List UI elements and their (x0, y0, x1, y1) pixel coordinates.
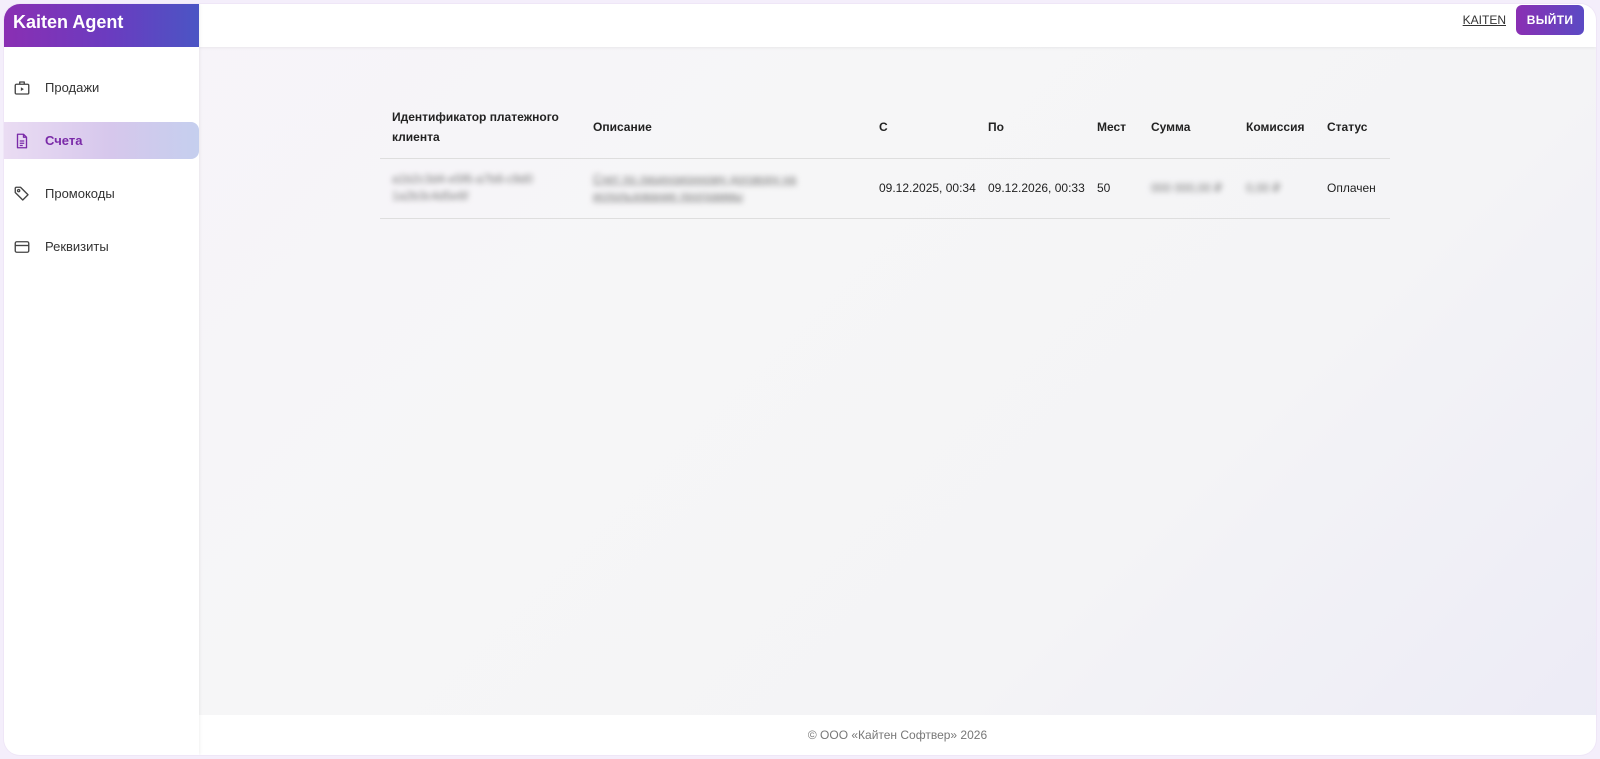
sidebar-nav: Продажи Счета Промокоды Реквизиты (4, 69, 199, 265)
kaiten-link[interactable]: KAITEN (1463, 12, 1506, 28)
app-window: Kaiten Agent Продажи Счета Промокоды Рек… (4, 4, 1596, 755)
sidebar-item-label: Реквизиты (45, 239, 109, 254)
cell-commission: 0,00 ₽ (1234, 158, 1315, 219)
cell-client-id: a1b2c3d4-e5f6-a7b8-c9d0 1a2b3c4d5e6f (380, 158, 581, 219)
commission-value: 0,00 ₽ (1246, 180, 1281, 195)
table-row[interactable]: a1b2c3d4-e5f6-a7b8-c9d0 1a2b3c4d5e6f Сче… (380, 158, 1390, 219)
document-icon (13, 132, 31, 150)
column-header-client-id[interactable]: Идентификатор платежного клиента (380, 96, 581, 159)
sidebar-item-label: Счета (45, 133, 83, 148)
column-header-to[interactable]: По (976, 96, 1085, 159)
sidebar: Kaiten Agent Продажи Счета Промокоды Рек… (4, 4, 199, 755)
invoices-table-container: Идентификатор платежного клиента Описани… (380, 96, 1390, 219)
top-bar: KAITEN ВЫЙТИ (199, 4, 1596, 47)
column-header-commission[interactable]: Комиссия (1234, 96, 1315, 159)
column-header-status[interactable]: Статус (1315, 96, 1390, 159)
table-header-row: Идентификатор платежного клиента Описани… (380, 96, 1390, 159)
client-id-value: a1b2c3d4-e5f6-a7b8-c9d0 1a2b3c4d5e6f (392, 172, 533, 203)
cell-from: 09.12.2025, 00:34 (867, 158, 976, 219)
copyright-text: © ООО «Кайтен Софтвер» 2026 (807, 728, 988, 742)
cell-amount: 000 000,00 ₽ (1139, 158, 1234, 219)
sidebar-item-promocodes[interactable]: Промокоды (4, 175, 199, 212)
column-header-amount[interactable]: Сумма (1139, 96, 1234, 159)
column-header-from[interactable]: С (867, 96, 976, 159)
logout-button[interactable]: ВЫЙТИ (1516, 5, 1584, 35)
sidebar-item-sales[interactable]: Продажи (4, 69, 199, 106)
cell-description: Счет по лицензионному договору на исполь… (581, 158, 867, 219)
column-header-seats[interactable]: Мест (1085, 96, 1139, 159)
sidebar-item-requisites[interactable]: Реквизиты (4, 228, 199, 265)
footer: © ООО «Кайтен Софтвер» 2026 (199, 715, 1596, 755)
cell-seats: 50 (1085, 158, 1139, 219)
tag-icon (13, 185, 31, 203)
cell-status: Оплачен (1315, 158, 1390, 219)
sidebar-item-invoices[interactable]: Счета (4, 122, 199, 159)
sidebar-item-label: Промокоды (45, 186, 115, 201)
amount-value: 000 000,00 ₽ (1151, 180, 1223, 195)
credit-card-icon (13, 238, 31, 256)
brand-title: Kaiten Agent (4, 4, 199, 47)
column-header-description[interactable]: Описание (581, 96, 867, 159)
cell-to: 09.12.2026, 00:33 (976, 158, 1085, 219)
description-link[interactable]: Счет по лицензионному договору на исполь… (593, 172, 796, 203)
sidebar-item-label: Продажи (45, 80, 100, 95)
store-icon (13, 79, 31, 97)
invoices-table: Идентификатор платежного клиента Описани… (380, 96, 1390, 219)
